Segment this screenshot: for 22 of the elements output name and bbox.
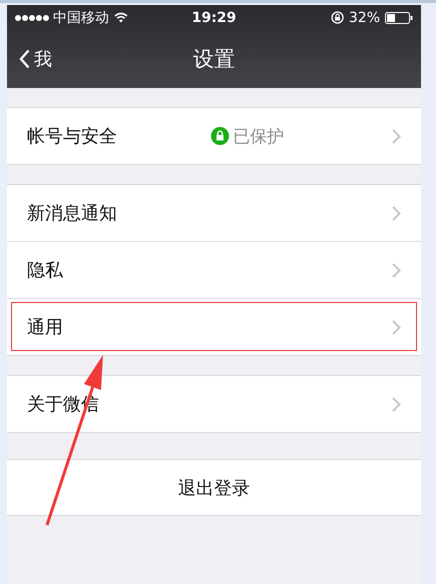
- chevron-icon: [392, 396, 401, 412]
- page-title: 设置: [193, 46, 235, 73]
- back-chevron-icon: [19, 49, 30, 69]
- wifi-icon: [114, 12, 128, 23]
- chevron-icon: [392, 320, 401, 334]
- rotation-lock-icon: [330, 11, 344, 24]
- chevron-icon: [392, 128, 401, 144]
- highlighted-settings-row[interactable]: 通用: [7, 298, 421, 355]
- protected-status: 已保护: [233, 126, 284, 148]
- settings-row[interactable]: 帐号与安全 已保护: [7, 108, 421, 164]
- logout-button[interactable]: 退出登录: [7, 459, 421, 516]
- chevron-icon: [392, 206, 401, 220]
- signal-icon: [15, 14, 49, 20]
- chevron-icon: [392, 262, 401, 278]
- clock-time: 19:29: [192, 10, 236, 26]
- lock-icon: [211, 127, 229, 145]
- settings-row[interactable]: 新消息通知: [7, 185, 421, 241]
- battery-icon: [385, 12, 413, 24]
- battery-percent: 32%: [348, 10, 380, 26]
- back-button[interactable]: 我: [7, 47, 52, 71]
- settings-row[interactable]: 隐私: [7, 241, 421, 298]
- carrier-name: 中国移动: [53, 8, 109, 26]
